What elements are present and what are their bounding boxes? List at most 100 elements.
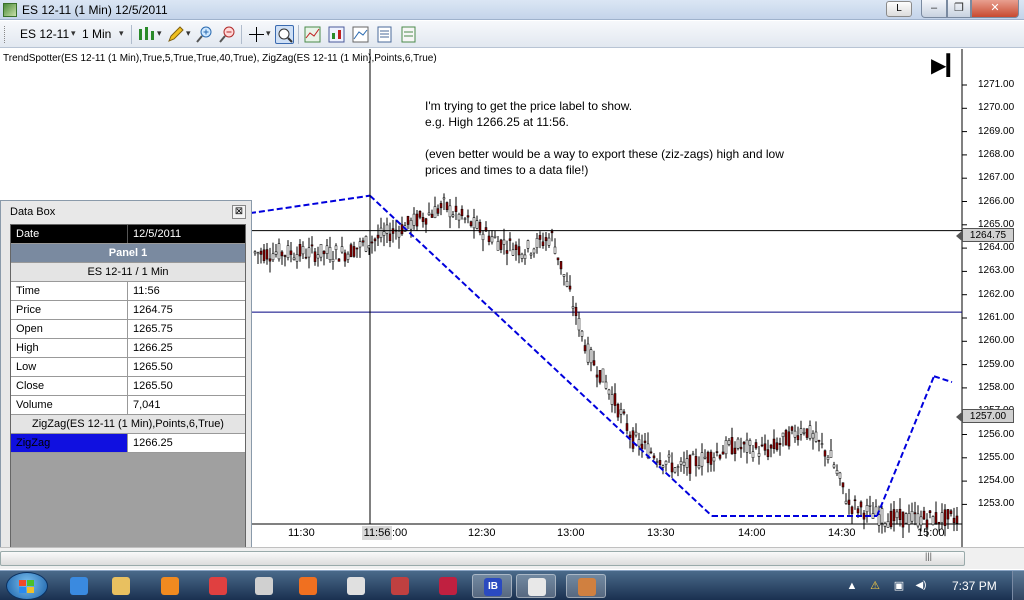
- scrollbar-thumb[interactable]: [0, 551, 965, 566]
- taskbar-chart-app-button[interactable]: [566, 574, 606, 598]
- taskbar-firefox-button[interactable]: [288, 574, 328, 598]
- chart-scrollbar[interactable]: |||: [0, 547, 1024, 569]
- candle-body: [406, 215, 410, 225]
- maximize-button[interactable]: ❐: [947, 0, 971, 18]
- candle-body: [643, 440, 647, 443]
- candle-body: [538, 235, 542, 240]
- candle-body: [772, 438, 776, 449]
- show-desktop-button[interactable]: [1012, 571, 1024, 600]
- candle-body: [808, 425, 812, 439]
- taskbar-notepad-button[interactable]: [516, 574, 556, 598]
- price-tick-label: 1261.00: [978, 312, 1015, 323]
- taskbar-app-button[interactable]: [336, 574, 376, 598]
- candle-body: [595, 374, 599, 378]
- clock[interactable]: 7:37 PM: [952, 579, 997, 593]
- properties-icon[interactable]: [399, 25, 418, 44]
- candle-body: [409, 220, 413, 230]
- tray-expand-icon[interactable]: ▲: [845, 579, 859, 593]
- candle-body: [283, 255, 287, 257]
- close-button[interactable]: ✕: [971, 0, 1019, 18]
- chevron-down-icon[interactable]: ▾: [266, 28, 271, 39]
- chart-app-icon: [3, 3, 17, 17]
- crosshair-icon[interactable]: [247, 25, 266, 44]
- data-box-icon[interactable]: [375, 25, 394, 44]
- zigzag-key: ZigZag: [11, 434, 128, 452]
- ninja-icon: [439, 577, 457, 595]
- warning-icon[interactable]: ⚠: [868, 579, 882, 593]
- candle-body: [832, 464, 836, 468]
- candle-body: [442, 197, 446, 200]
- candle-body: [799, 428, 803, 435]
- taskbar-chrome-button[interactable]: [244, 574, 284, 598]
- chevron-down-icon[interactable]: ▾: [157, 28, 162, 39]
- candle-body: [724, 440, 728, 455]
- candle-body: [880, 508, 884, 524]
- price-tick-label: 1259.00: [978, 358, 1015, 370]
- taskbar-ie-button[interactable]: [59, 574, 99, 598]
- interval-selector[interactable]: 1 Min: [82, 27, 111, 41]
- candle-body: [955, 515, 959, 524]
- price-tick-label: 1253.00: [978, 498, 1015, 510]
- network-icon[interactable]: ▣: [892, 579, 906, 593]
- taskbar-media-player-button[interactable]: [150, 574, 190, 598]
- instrument-selector[interactable]: ES 12-11: [20, 27, 69, 41]
- candle-body: [664, 460, 668, 465]
- candle-body: [865, 505, 869, 513]
- crosshair-price-tag: 1264.75: [956, 228, 1014, 242]
- candle-body: [604, 381, 608, 389]
- taskbar-ib-button[interactable]: IB: [472, 574, 512, 598]
- candle-body: [571, 306, 575, 309]
- candle-body: [445, 202, 449, 210]
- candle-body: [802, 431, 806, 434]
- data-key: Open: [11, 320, 128, 338]
- zoom-out-icon[interactable]: [218, 25, 237, 44]
- candle-body: [370, 241, 374, 244]
- price-tick-label: 1260.00: [978, 335, 1015, 347]
- candle-body: [361, 240, 365, 243]
- taskbar-ninja-button[interactable]: [428, 574, 468, 598]
- start-button[interactable]: [6, 572, 48, 600]
- chevron-down-icon[interactable]: ▾: [119, 28, 124, 39]
- candle-body: [763, 443, 767, 451]
- candle-body: [658, 460, 662, 465]
- taskbar-explorer-button[interactable]: [101, 574, 141, 598]
- strategies-icon[interactable]: [327, 25, 346, 44]
- candle-body: [886, 521, 890, 528]
- data-box-window[interactable]: Data Box ⊠ Date 12/5/2011 Panel 1 ES 12-…: [0, 200, 252, 552]
- bar-style-icon[interactable]: [137, 25, 156, 44]
- magnify-icon[interactable]: [275, 25, 294, 44]
- price-tick-label: 1256.00: [978, 428, 1015, 440]
- data-row-time: Time 11:56: [11, 282, 245, 301]
- candle-body: [922, 510, 926, 520]
- close-icon[interactable]: ⊠: [232, 205, 246, 219]
- candle-body: [877, 514, 881, 526]
- pencil-icon[interactable]: [166, 25, 185, 44]
- taskbar-pin-button[interactable]: [198, 574, 238, 598]
- panel-header: Panel 1: [11, 244, 245, 263]
- candle-body: [589, 349, 593, 364]
- candle-body: [856, 508, 860, 514]
- candle-body: [460, 208, 464, 217]
- candle-body: [718, 454, 722, 459]
- minimize-button[interactable]: –: [921, 0, 947, 18]
- taskbar-paint-button[interactable]: [380, 574, 420, 598]
- candle-body: [289, 250, 293, 255]
- data-value: 1264.75: [133, 304, 173, 316]
- candle-body: [436, 208, 440, 214]
- chart-properties-icon[interactable]: [351, 25, 370, 44]
- candle-body: [592, 360, 596, 366]
- volume-icon[interactable]: ◀): [914, 579, 928, 593]
- candle-body: [382, 231, 386, 236]
- skip-to-end-icon[interactable]: ▶▎: [931, 56, 962, 76]
- candle-body: [631, 430, 635, 449]
- indicators-icon[interactable]: [303, 25, 322, 44]
- chevron-down-icon[interactable]: ▾: [186, 28, 191, 39]
- ninjatrader-chart-window: ES 12-11 (1 Min) 12/5/2011 L – ❐ ✕ ES 12…: [0, 0, 1024, 600]
- indicator-label: TrendSpotter(ES 12-11 (1 Min),True,5,Tru…: [3, 53, 437, 64]
- link-button[interactable]: L: [886, 1, 912, 17]
- candle-body: [439, 203, 443, 209]
- candle-body: [541, 241, 545, 246]
- chevron-down-icon[interactable]: ▾: [71, 28, 76, 39]
- candle-body: [775, 442, 779, 450]
- zoom-in-icon[interactable]: [195, 25, 214, 44]
